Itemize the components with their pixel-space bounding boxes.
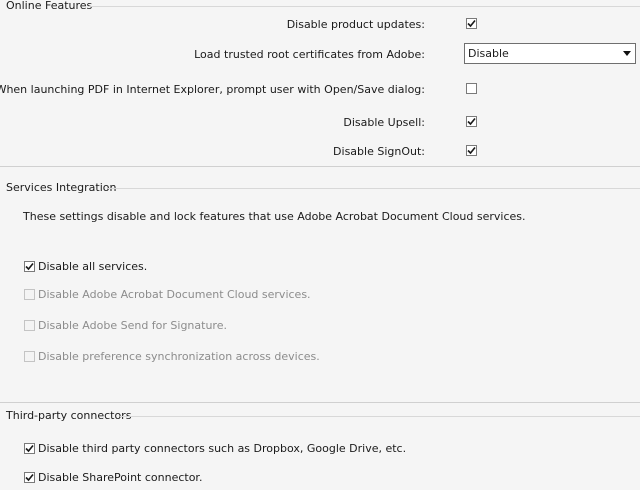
online-features-title: Online Features <box>6 0 93 12</box>
services-integration-title: Services Integration <box>6 181 117 194</box>
checkmark-icon <box>467 146 476 155</box>
third-party-title: Third-party connectors <box>6 409 132 422</box>
disable-preference-sync-label: Disable preference synchronization acros… <box>38 350 320 363</box>
checkmark-icon <box>25 262 34 271</box>
disable-document-cloud-label: Disable Adobe Acrobat Document Cloud ser… <box>38 288 311 301</box>
disable-document-cloud-checkbox[interactable] <box>24 289 35 300</box>
disable-all-services-checkbox[interactable] <box>24 261 35 272</box>
disable-product-updates-label: Disable product updates: <box>286 18 425 31</box>
disable-preference-sync-checkbox[interactable] <box>24 351 35 362</box>
root-certificates-value: Disable <box>468 47 509 60</box>
third-party-rule <box>120 416 640 417</box>
ie-prompt-label: When launching PDF in Internet Explorer,… <box>0 83 425 96</box>
checkmark-icon <box>25 473 34 482</box>
disable-sharepoint-checkbox[interactable] <box>24 472 35 483</box>
dropdown-arrow-icon <box>623 51 631 56</box>
checkmark-icon <box>467 19 476 28</box>
disable-third-party-connectors-checkbox[interactable] <box>24 443 35 454</box>
section-separator <box>0 402 640 403</box>
disable-send-for-signature-label: Disable Adobe Send for Signature. <box>38 319 227 332</box>
disable-upsell-checkbox[interactable] <box>466 116 477 127</box>
disable-signout-checkbox[interactable] <box>466 145 477 156</box>
disable-signout-label: Disable SignOut: <box>333 145 425 158</box>
section-separator <box>0 166 640 167</box>
checkmark-icon <box>25 444 34 453</box>
root-certificates-label: Load trusted root certificates from Adob… <box>194 48 425 61</box>
root-certificates-select[interactable]: Disable <box>464 43 636 64</box>
disable-sharepoint-label: Disable SharePoint connector. <box>38 471 203 484</box>
disable-send-for-signature-checkbox[interactable] <box>24 320 35 331</box>
online-features-rule <box>88 6 640 7</box>
ie-prompt-checkbox[interactable] <box>466 83 477 94</box>
disable-upsell-label: Disable Upsell: <box>343 116 425 129</box>
disable-product-updates-checkbox[interactable] <box>466 18 477 29</box>
disable-third-party-connectors-label: Disable third party connectors such as D… <box>38 442 407 455</box>
disable-all-services-label: Disable all services. <box>38 260 148 273</box>
services-description: These settings disable and lock features… <box>23 210 526 223</box>
checkmark-icon <box>467 117 476 126</box>
services-integration-rule <box>108 188 640 189</box>
